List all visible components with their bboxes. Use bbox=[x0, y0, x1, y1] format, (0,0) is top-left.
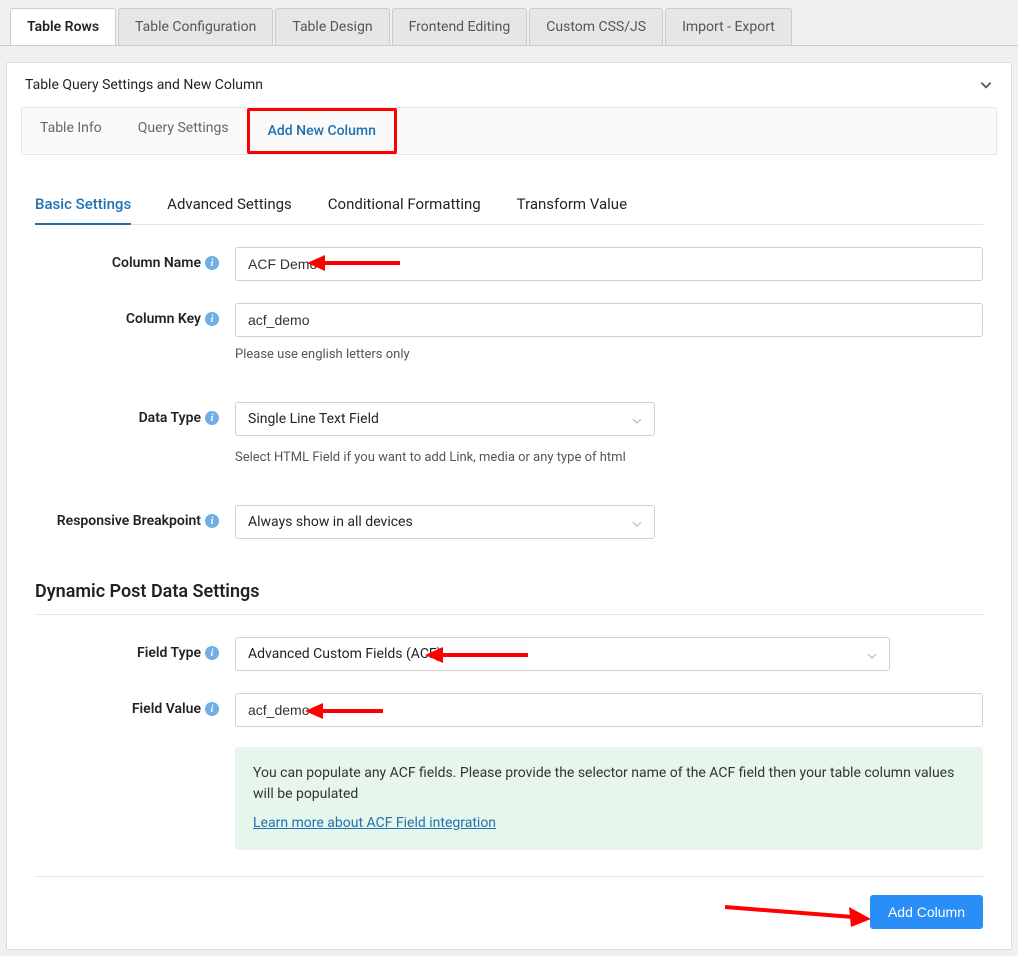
info-icon[interactable]: i bbox=[205, 256, 219, 270]
form-content: Basic Settings Advanced Settings Conditi… bbox=[7, 155, 1011, 949]
tab-table-info[interactable]: Table Info bbox=[22, 108, 120, 154]
responsive-breakpoint-row: Responsive Breakpointi Always show in al… bbox=[35, 505, 983, 539]
column-name-row: Column Namei bbox=[35, 247, 983, 281]
chevron-down-icon bbox=[867, 649, 877, 659]
field-type-row: Field Typei Advanced Custom Fields (ACF) bbox=[35, 637, 983, 671]
data-type-row: Data Typei Single Line Text Field Select… bbox=[35, 402, 983, 465]
responsive-breakpoint-value: Always show in all devices bbox=[248, 514, 413, 530]
data-type-help: Select HTML Field if you want to add Lin… bbox=[235, 450, 983, 465]
arrow-annotation bbox=[723, 899, 873, 927]
info-icon[interactable]: i bbox=[205, 514, 219, 528]
data-type-value: Single Line Text Field bbox=[248, 411, 379, 427]
field-value-label: Field Valuei bbox=[35, 693, 235, 717]
chevron-down-icon bbox=[632, 414, 642, 424]
add-column-button[interactable]: Add Column bbox=[870, 895, 983, 929]
chevron-down-icon bbox=[632, 517, 642, 527]
inner-tabs: Table Info Query Settings Add New Column bbox=[21, 107, 997, 155]
panel-header[interactable]: Table Query Settings and New Column bbox=[7, 63, 1011, 107]
tab-advanced-settings[interactable]: Advanced Settings bbox=[167, 185, 292, 224]
info-icon[interactable]: i bbox=[205, 312, 219, 326]
tab-import-export[interactable]: Import - Export bbox=[665, 8, 792, 45]
field-value-row: Field Valuei You can populate any ACF fi… bbox=[35, 693, 983, 850]
field-type-value: Advanced Custom Fields (ACF) bbox=[248, 646, 442, 662]
tab-query-settings[interactable]: Query Settings bbox=[120, 108, 247, 154]
footer-actions: Add Column bbox=[35, 876, 983, 929]
info-icon[interactable]: i bbox=[205, 702, 219, 716]
info-icon[interactable]: i bbox=[205, 646, 219, 660]
column-name-label: Column Namei bbox=[35, 247, 235, 271]
acf-notice: You can populate any ACF fields. Please … bbox=[235, 747, 983, 850]
field-type-label: Field Typei bbox=[35, 637, 235, 661]
notice-link[interactable]: Learn more about ACF Field integration bbox=[253, 813, 496, 834]
info-icon[interactable]: i bbox=[205, 411, 219, 425]
field-value-input[interactable] bbox=[235, 693, 983, 727]
tab-custom-css-js[interactable]: Custom CSS/JS bbox=[529, 8, 663, 45]
column-key-row: Column Keyi Please use english letters o… bbox=[35, 303, 983, 362]
tab-table-rows[interactable]: Table Rows bbox=[10, 8, 116, 45]
chevron-down-icon bbox=[979, 78, 993, 92]
tab-conditional-formatting[interactable]: Conditional Formatting bbox=[328, 185, 481, 224]
responsive-breakpoint-select[interactable]: Always show in all devices bbox=[235, 505, 655, 539]
data-type-label: Data Typei bbox=[35, 402, 235, 426]
dynamic-section-title: Dynamic Post Data Settings bbox=[35, 581, 983, 615]
column-name-input[interactable] bbox=[235, 247, 983, 281]
sub-tabs: Basic Settings Advanced Settings Conditi… bbox=[35, 185, 983, 225]
notice-text: You can populate any ACF fields. Please … bbox=[253, 763, 965, 805]
field-type-select[interactable]: Advanced Custom Fields (ACF) bbox=[235, 637, 890, 671]
tab-basic-settings[interactable]: Basic Settings bbox=[35, 185, 131, 225]
settings-panel: Table Query Settings and New Column Tabl… bbox=[6, 62, 1012, 950]
top-tabs: Table Rows Table Configuration Table Des… bbox=[0, 0, 1018, 46]
column-key-help: Please use english letters only bbox=[235, 347, 983, 362]
tab-add-new-column[interactable]: Add New Column bbox=[247, 108, 397, 154]
panel-title: Table Query Settings and New Column bbox=[25, 77, 263, 93]
column-key-input[interactable] bbox=[235, 303, 983, 337]
tab-frontend-editing[interactable]: Frontend Editing bbox=[392, 8, 528, 45]
tab-table-configuration[interactable]: Table Configuration bbox=[118, 8, 273, 45]
tab-transform-value[interactable]: Transform Value bbox=[517, 185, 627, 224]
data-type-select[interactable]: Single Line Text Field bbox=[235, 402, 655, 436]
tab-table-design[interactable]: Table Design bbox=[275, 8, 389, 45]
responsive-breakpoint-label: Responsive Breakpointi bbox=[35, 505, 235, 529]
column-key-label: Column Keyi bbox=[35, 303, 235, 327]
